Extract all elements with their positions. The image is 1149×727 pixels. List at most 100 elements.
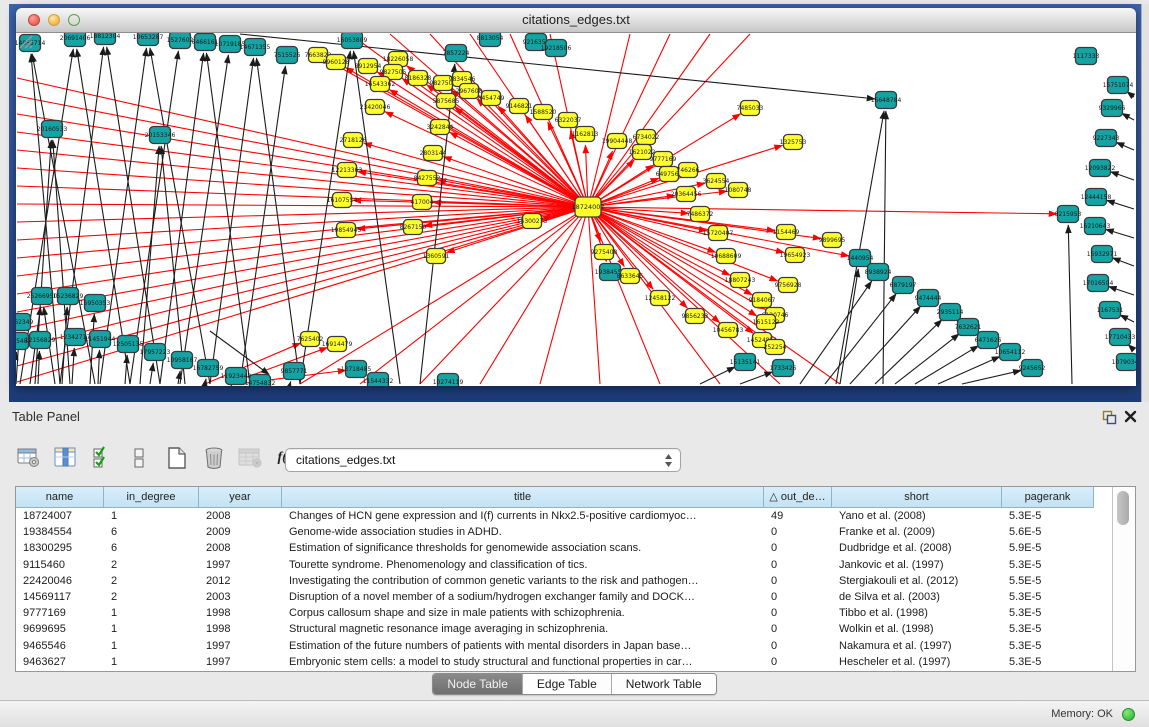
graph-node[interactable]: 7632621 <box>955 319 982 336</box>
graph-node[interactable]: 8215953 <box>1055 206 1082 223</box>
graph-hub-node[interactable]: 18724007 <box>571 197 604 217</box>
graph-node[interactable]: 9899695 <box>819 233 846 248</box>
graph-node[interactable]: 16648784 <box>871 92 902 109</box>
graph-node[interactable]: 17710433 <box>1105 329 1136 346</box>
column-header-out_de[interactable]: △ out_de… <box>764 487 832 508</box>
graph-node[interactable]: 2803144 <box>420 146 447 161</box>
graph-node[interactable]: 15720407 <box>703 226 734 241</box>
column-header-pagerank[interactable]: pagerank <box>1002 487 1094 508</box>
graph-node[interactable]: 7486372 <box>687 207 714 222</box>
table-row[interactable]: 946554611997Estimation of the future num… <box>16 638 1094 654</box>
close-panel-icon[interactable] <box>1124 410 1137 423</box>
graph-node[interactable]: 8633645 <box>617 269 644 284</box>
show-column-icon[interactable] <box>53 446 79 470</box>
graph-node[interactable]: 6734022 <box>633 130 660 145</box>
graph-node[interactable]: 3242844 <box>427 120 454 135</box>
graph-node[interactable]: 8813054 <box>477 33 504 47</box>
graph-node[interactable]: 16053809 <box>337 33 368 49</box>
graph-node[interactable]: 417004 <box>411 195 434 210</box>
graph-node[interactable]: 8938924 <box>865 264 892 281</box>
graph-node[interactable]: 1325753 <box>780 135 807 150</box>
table-row[interactable]: 911546021997Tourette syndrome. Phenomeno… <box>16 557 1094 573</box>
graph-node[interactable]: 9962349 <box>16 314 34 331</box>
graph-node[interactable]: 8186328 <box>405 71 432 86</box>
column-header-title[interactable]: title <box>282 487 764 508</box>
graph-node[interactable]: 20691406 <box>60 33 91 47</box>
graph-node[interactable]: 9329966 <box>1099 100 1126 117</box>
table-row[interactable]: 2242004622012Investigating the contribut… <box>16 573 1094 589</box>
graph-node[interactable]: 12213363 <box>332 163 363 178</box>
graph-node[interactable]: 8267150 <box>400 220 427 235</box>
graph-node[interactable]: 1167531 <box>1097 302 1124 319</box>
graph-node[interactable]: 15932971 <box>1087 246 1118 263</box>
graph-node[interactable]: 20160533 <box>37 121 68 138</box>
graph-node[interactable]: 10790345 <box>1112 354 1136 371</box>
graph-node[interactable]: 19654923 <box>780 248 811 263</box>
clear-selection-icon[interactable] <box>127 446 153 470</box>
graph-node[interactable]: 17016504 <box>1083 275 1114 292</box>
graph-node[interactable]: 18812304 <box>90 33 121 45</box>
graph-node[interactable]: 19218506 <box>541 40 572 57</box>
graph-node[interactable]: 10456783 <box>713 323 744 338</box>
graph-node[interactable]: 9245652 <box>1019 360 1046 377</box>
table-row[interactable]: 969969511998Structural magnetic resonanc… <box>16 621 1094 637</box>
graph-node[interactable]: 1162813 <box>572 127 599 142</box>
graph-node[interactable]: 10688609 <box>711 249 742 264</box>
tab-edge-table[interactable]: Edge Table <box>522 674 611 694</box>
memory-status-indicator[interactable] <box>1122 708 1135 721</box>
graph-node[interactable]: 2718126 <box>340 133 367 148</box>
graph-node[interactable]: 1527602 <box>167 33 194 49</box>
graph-node[interactable]: 9856233 <box>682 309 709 324</box>
graph-node[interactable]: 14671355 <box>240 39 271 56</box>
tab-network-table[interactable]: Network Table <box>611 674 716 694</box>
column-header-year[interactable]: year <box>199 487 282 508</box>
graph-node[interactable]: 9777169 <box>650 152 677 167</box>
graph-node[interactable]: 15950353 <box>80 295 111 312</box>
graph-node[interactable]: 11451944 <box>85 331 116 348</box>
graph-node[interactable]: 9275408 <box>591 245 618 260</box>
graph-node[interactable]: 16210643 <box>1080 218 1111 235</box>
graph-node[interactable]: 12156829 <box>25 332 56 349</box>
graph-node[interactable]: 6471626 <box>975 332 1002 349</box>
network-window-titlebar[interactable]: citations_edges.txt <box>16 8 1136 33</box>
graph-node[interactable]: 9184067 <box>749 293 776 308</box>
graph-node[interactable]: 16782759 <box>193 360 224 377</box>
graph-node[interactable]: 1733426 <box>770 360 797 377</box>
graph-node[interactable]: 12093822 <box>1085 160 1116 177</box>
float-panel-icon[interactable] <box>1102 410 1117 425</box>
graph-node[interactable]: 1080748 <box>725 183 752 198</box>
column-header-in_degree[interactable]: in_degree <box>104 487 199 508</box>
table-row[interactable]: 1938455462009Genome-wide association stu… <box>16 524 1094 540</box>
table-row[interactable]: 946362711997Embryonic stem cells: a mode… <box>16 654 1094 670</box>
graph-node[interactable]: 12458122 <box>645 291 676 306</box>
graph-node[interactable]: 1588520 <box>530 105 557 120</box>
graph-node[interactable]: 9146821 <box>506 99 533 114</box>
graph-node[interactable]: 10274119 <box>433 374 464 387</box>
graph-node[interactable]: 6879197 <box>890 277 917 294</box>
network-graph[interactable]: 1405571420691406188123041065328715276026… <box>16 33 1136 386</box>
graph-node[interactable]: 9227343 <box>1093 130 1120 147</box>
graph-node[interactable]: 9756928 <box>775 278 802 293</box>
graph-node[interactable]: 12444158 <box>1081 189 1112 206</box>
column-header-name[interactable]: name <box>16 487 104 508</box>
graph-node[interactable]: 13718485 <box>341 361 372 378</box>
graph-node[interactable]: 20153346 <box>145 127 176 144</box>
graph-node[interactable]: 11544332 <box>363 373 394 387</box>
table-selector[interactable]: citations_edges.txt <box>285 448 681 472</box>
column-header-short[interactable]: short <box>832 487 1002 508</box>
table-row[interactable]: 1872400712008Changes of HCN gene express… <box>16 508 1094 524</box>
graph-node[interactable]: 7485033 <box>737 101 764 116</box>
graph-node[interactable]: 2935114 <box>937 304 964 321</box>
delete-table-disabled-icon[interactable] <box>238 446 264 470</box>
tab-node-table[interactable]: Node Table <box>433 674 522 694</box>
graph-node[interactable]: 15135141 <box>730 354 761 371</box>
graph-node[interactable]: 6322037 <box>555 113 582 128</box>
graph-node[interactable]: 1154469 <box>773 225 800 240</box>
graph-node[interactable]: 1360591 <box>423 249 450 264</box>
table-row[interactable]: 977716911998Corpus callosum shape and si… <box>16 605 1094 621</box>
graph-node[interactable]: 252254 <box>764 340 787 355</box>
table-settings-icon[interactable] <box>16 446 42 470</box>
table-row[interactable]: 1456911722003Disruption of a novel membe… <box>16 589 1094 605</box>
delete-trash-icon[interactable] <box>201 446 227 470</box>
resize-grip[interactable] <box>16 33 34 49</box>
